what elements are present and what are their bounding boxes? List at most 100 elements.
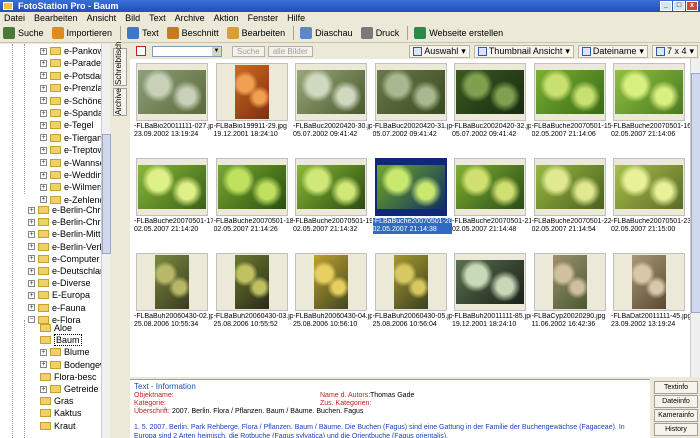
menu-bearbeiten[interactable]: Bearbeiten — [34, 13, 78, 23]
thumbnail-cell[interactable]: -FLBaBuc20020420-32.jpg 05.07.2002 09:41:… — [452, 61, 531, 155]
thumbnail-cell[interactable]: -FLBaBuche20070501-22.jpg02.05.2007 21:1… — [532, 156, 611, 250]
folder-tree[interactable]: + e-Pankow + e-Paraden + e-Potsdam + e-Prenzlau… — [0, 44, 110, 438]
filter-dropdown[interactable]: ▼ — [152, 45, 222, 57]
view-control-0[interactable]: Auswahl ▾ — [409, 44, 470, 58]
expand-icon[interactable]: + — [40, 47, 47, 55]
menu-ansicht[interactable]: Ansicht — [87, 13, 117, 23]
expand-icon[interactable]: + — [40, 159, 47, 167]
thumbnail-cell[interactable]: -FLBaBuh20060430-03.jpg 25.08.2006 10:55:… — [214, 251, 293, 345]
tree-node[interactable]: Kaktus — [40, 407, 82, 419]
tree-node[interactable]: + e-Wedding — [40, 169, 107, 181]
ueberschrift-value[interactable]: 2007. Berlin. Flora / Pflanzen. Baum / B… — [172, 408, 363, 415]
tree-node[interactable]: + e-Berlin-Mitte — [28, 228, 106, 240]
tab-dateiinfo[interactable]: Dateiinfo — [654, 395, 698, 408]
menu-hilfe[interactable]: Hilfe — [287, 13, 305, 23]
grid-scrollbar[interactable] — [690, 59, 700, 377]
tree-node[interactable]: Flora-besc — [40, 371, 97, 383]
tree-node[interactable]: + e-Pankow — [40, 45, 104, 57]
toolbar-button-3[interactable]: Beschnitt — [166, 25, 219, 41]
tree-node[interactable]: + e-Spandau — [40, 107, 108, 119]
thumbnail-cell[interactable]: -FLBaBuh20060430-05.jpg 25.08.2006 10:56:… — [373, 251, 452, 345]
tree-scroll-thumb[interactable] — [102, 134, 111, 254]
tree-node[interactable]: + e-Wilmers — [40, 181, 105, 193]
thumbnail-cell[interactable]: -FLBaBuh20011111-85.jpg 19.12.2001 18:24:… — [452, 251, 531, 345]
tree-node[interactable]: + e-Prenzlau — [40, 82, 108, 94]
tree-node[interactable]: + e-Schöneb — [40, 95, 108, 107]
tree-node[interactable]: + e-Computer — [28, 253, 100, 265]
thumbnail-cell[interactable]: -FLBaBuche20070501-17.jpg02.05.2007 21:1… — [134, 156, 213, 250]
expand-icon[interactable]: + — [28, 243, 35, 251]
toolbar-button-4[interactable]: Bearbeiten — [226, 25, 285, 41]
tree-node[interactable]: + e-Tegel — [40, 119, 94, 131]
search-button[interactable]: Suche — [232, 45, 265, 57]
tree-node[interactable]: + e-Deutschlar — [28, 265, 103, 277]
expand-icon[interactable]: + — [28, 255, 35, 263]
info-body-text[interactable]: 1. 5. 2007. Berlin. Park Rehberge. Flora… — [134, 423, 646, 438]
thumbnail-cell[interactable]: -FLBaBuh20060430-04.jpg 25.08.2006 10:56:… — [293, 251, 372, 345]
collapse-icon[interactable]: − — [28, 316, 35, 324]
maximize-button[interactable]: □ — [673, 1, 685, 11]
expand-icon[interactable]: + — [40, 361, 47, 369]
expand-icon[interactable]: + — [28, 267, 35, 275]
tree-node[interactable]: + e-Diverse — [28, 277, 91, 289]
expand-icon[interactable]: + — [28, 218, 35, 226]
grid-scroll-thumb[interactable] — [691, 73, 700, 313]
expand-icon[interactable]: + — [28, 230, 35, 238]
expand-icon[interactable]: + — [28, 291, 35, 299]
thumbnail-cell[interactable]: -FLBaBuche20070501-19.jpg02.05.2007 21:1… — [293, 156, 372, 250]
thumbnail-cell[interactable]: -FLBaBuche20070501-16.jpg02.05.2007 21:1… — [611, 61, 690, 155]
tree-node[interactable]: + Getreide — [40, 383, 99, 395]
toolbar-button-1[interactable]: Importieren — [51, 25, 112, 41]
tree-node[interactable]: + e-Paraden — [40, 57, 106, 69]
thumbnail-cell[interactable]: -FLBaBuche20070501-21.jpg02.05.2007 21:1… — [452, 156, 531, 250]
thumbnail-cell[interactable]: -FLBaBuche20070501-20.jpg02.05.2007 21:1… — [372, 156, 452, 250]
expand-icon[interactable]: + — [28, 304, 35, 312]
tree-node[interactable]: + e-Potsdam — [40, 70, 108, 82]
menu-text[interactable]: Text — [149, 13, 166, 23]
thumbnail-cell[interactable]: -FLBaBuche20070501-15.jpg02.05.2007 21:1… — [532, 61, 611, 155]
tab-kamerainfo[interactable]: Kamerainfo — [654, 409, 698, 422]
expand-icon[interactable]: + — [40, 348, 47, 356]
view-control-1[interactable]: Thumbnail Ansicht ▾ — [473, 44, 574, 58]
autor-value[interactable]: Thomas Gade — [370, 392, 414, 399]
menu-fenster[interactable]: Fenster — [248, 13, 279, 23]
thumbnail-cell[interactable]: -FLBaDat20011111-45.jpg 23.09.2002 13:19:… — [611, 251, 690, 345]
filter-checkbox[interactable] — [136, 46, 146, 56]
expand-icon[interactable]: + — [40, 109, 47, 117]
expand-icon[interactable]: + — [28, 279, 35, 287]
tree-node[interactable]: + Blume — [40, 346, 90, 358]
tree-node[interactable]: Kraut — [40, 420, 76, 432]
expand-icon[interactable]: + — [40, 171, 47, 179]
tree-scrollbar[interactable] — [101, 44, 111, 438]
tree-node[interactable]: Gras — [40, 395, 74, 407]
toolbar-button-7[interactable]: Webseite erstellen — [414, 25, 503, 41]
expand-icon[interactable]: + — [40, 121, 47, 129]
tree-node[interactable]: + e-Fauna — [28, 302, 86, 314]
menu-bild[interactable]: Bild — [125, 13, 140, 23]
expand-icon[interactable]: + — [40, 97, 47, 105]
tab-schreibtisch[interactable]: Schreibtisch — [113, 41, 127, 86]
expand-icon[interactable]: + — [40, 385, 47, 393]
menu-datei[interactable]: Datei — [4, 13, 25, 23]
thumbnail-cell[interactable]: -FLBaBio20011111-027.jpg 23.09.2002 13:19… — [134, 61, 213, 155]
expand-icon[interactable]: + — [40, 84, 47, 92]
expand-icon[interactable]: + — [40, 183, 47, 191]
tree-node[interactable]: + E-Europa — [28, 289, 90, 301]
thumbnail-cell[interactable]: -FLBaBuche20070501-23.jpg02.05.2007 21:1… — [611, 156, 690, 250]
thumbnail-cell[interactable]: -FLBaBuh20060430-02.jpg 25.08.2006 10:55:… — [134, 251, 213, 345]
expand-icon[interactable]: + — [28, 206, 35, 214]
expand-icon[interactable]: + — [40, 72, 47, 80]
tree-node[interactable]: Aloe — [40, 322, 72, 334]
close-button[interactable]: x — [686, 1, 698, 11]
thumbnail-cell[interactable]: -FLBaBio199911-29.jpg 19.12.2001 18:24:10 — [214, 61, 293, 155]
thumbnail-cell[interactable]: -FLBaBuche20070501-18.jpg02.05.2007 21:1… — [214, 156, 293, 250]
toolbar-button-2[interactable]: Text — [127, 25, 159, 41]
minimize-button[interactable]: _ — [660, 1, 672, 11]
tab-history[interactable]: History — [654, 423, 698, 436]
tree-node[interactable]: + e-Treptow — [40, 144, 104, 156]
expand-icon[interactable]: + — [40, 59, 47, 67]
all-images-button[interactable]: alle Bilder — [267, 45, 313, 57]
tree-node[interactable]: + e-Berlin-Chris — [28, 216, 107, 228]
thumbnail-cell[interactable]: -FLBaCyp20020290.jpg 11.06.2002 16:42:36 — [532, 251, 611, 345]
expand-icon[interactable]: + — [40, 196, 47, 204]
